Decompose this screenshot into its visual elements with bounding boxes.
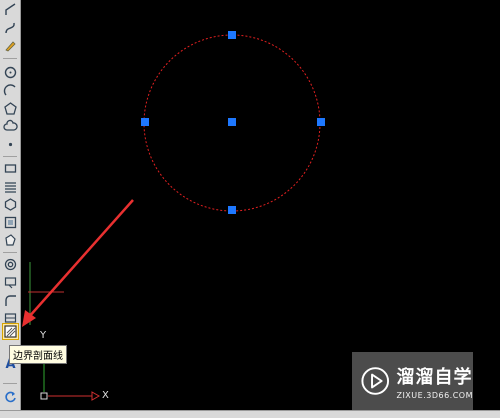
hexagon-tool[interactable] — [2, 196, 19, 213]
ucs-origin-box — [40, 392, 48, 400]
polygon-icon — [4, 102, 17, 115]
ucs-x-label: X — [102, 390, 109, 401]
ucs-x-arrow — [91, 391, 101, 401]
revision-cloud-tool[interactable] — [2, 118, 19, 135]
wipeout-tool[interactable] — [2, 232, 19, 249]
ellipse-tool[interactable] — [2, 274, 19, 291]
boundary-hatch-tool[interactable] — [2, 323, 19, 340]
ellipse-icon — [4, 277, 17, 289]
watermark: 溜溜自学 ZIXUE.3D66.COM — [352, 352, 473, 410]
spline-tool[interactable] — [2, 19, 19, 36]
cloud-icon — [3, 119, 18, 131]
donut-tool[interactable] — [2, 256, 19, 273]
grip-center[interactable] — [228, 118, 236, 126]
grip-right[interactable] — [317, 118, 325, 126]
region-tool[interactable] — [2, 214, 19, 231]
polygon-tool[interactable] — [2, 100, 19, 117]
refresh-tool[interactable] — [2, 388, 19, 405]
donut-icon — [4, 258, 17, 271]
toolbar-separator — [3, 383, 17, 384]
circle-tool[interactable] — [2, 64, 19, 81]
freehand-tool[interactable] — [2, 37, 19, 54]
wipeout-icon — [5, 234, 16, 246]
play-logo-icon — [361, 367, 390, 395]
polyline-icon — [5, 3, 16, 15]
toolbar-separator — [3, 252, 17, 253]
grip-top[interactable] — [228, 31, 236, 39]
fillet-icon — [5, 295, 16, 306]
watermark-title: 溜溜自学 — [396, 366, 473, 388]
grip-bottom[interactable] — [228, 206, 236, 214]
watermark-url: ZIXUE.3D66.COM — [396, 390, 473, 400]
hexagon-icon — [4, 198, 17, 211]
tool-tooltip: 边界剖面线 — [9, 345, 67, 364]
circle-icon — [4, 66, 17, 79]
point-tool[interactable] — [2, 136, 19, 153]
arc-icon — [3, 84, 16, 96]
arc-tool[interactable] — [2, 82, 19, 99]
annotation-arrow — [27, 199, 134, 319]
ucs-y-label: Y — [40, 330, 47, 341]
toolbar-separator — [3, 58, 17, 59]
bottom-scrollbar[interactable] — [0, 410, 500, 418]
spline-icon — [5, 22, 15, 34]
hatch-icon — [4, 325, 17, 338]
grip-left[interactable] — [141, 118, 149, 126]
multiline-tool[interactable] — [2, 178, 19, 195]
region-icon — [4, 216, 17, 229]
polyline-tool[interactable] — [2, 1, 19, 18]
rectangle-icon — [4, 164, 17, 173]
refresh-icon — [5, 391, 16, 403]
multiline-icon — [5, 182, 16, 193]
rectangle-tool[interactable] — [2, 160, 19, 177]
pencil-icon — [5, 41, 16, 52]
point-icon — [8, 142, 13, 147]
toolbar-separator — [3, 156, 17, 157]
fillet-tool[interactable] — [2, 292, 19, 309]
